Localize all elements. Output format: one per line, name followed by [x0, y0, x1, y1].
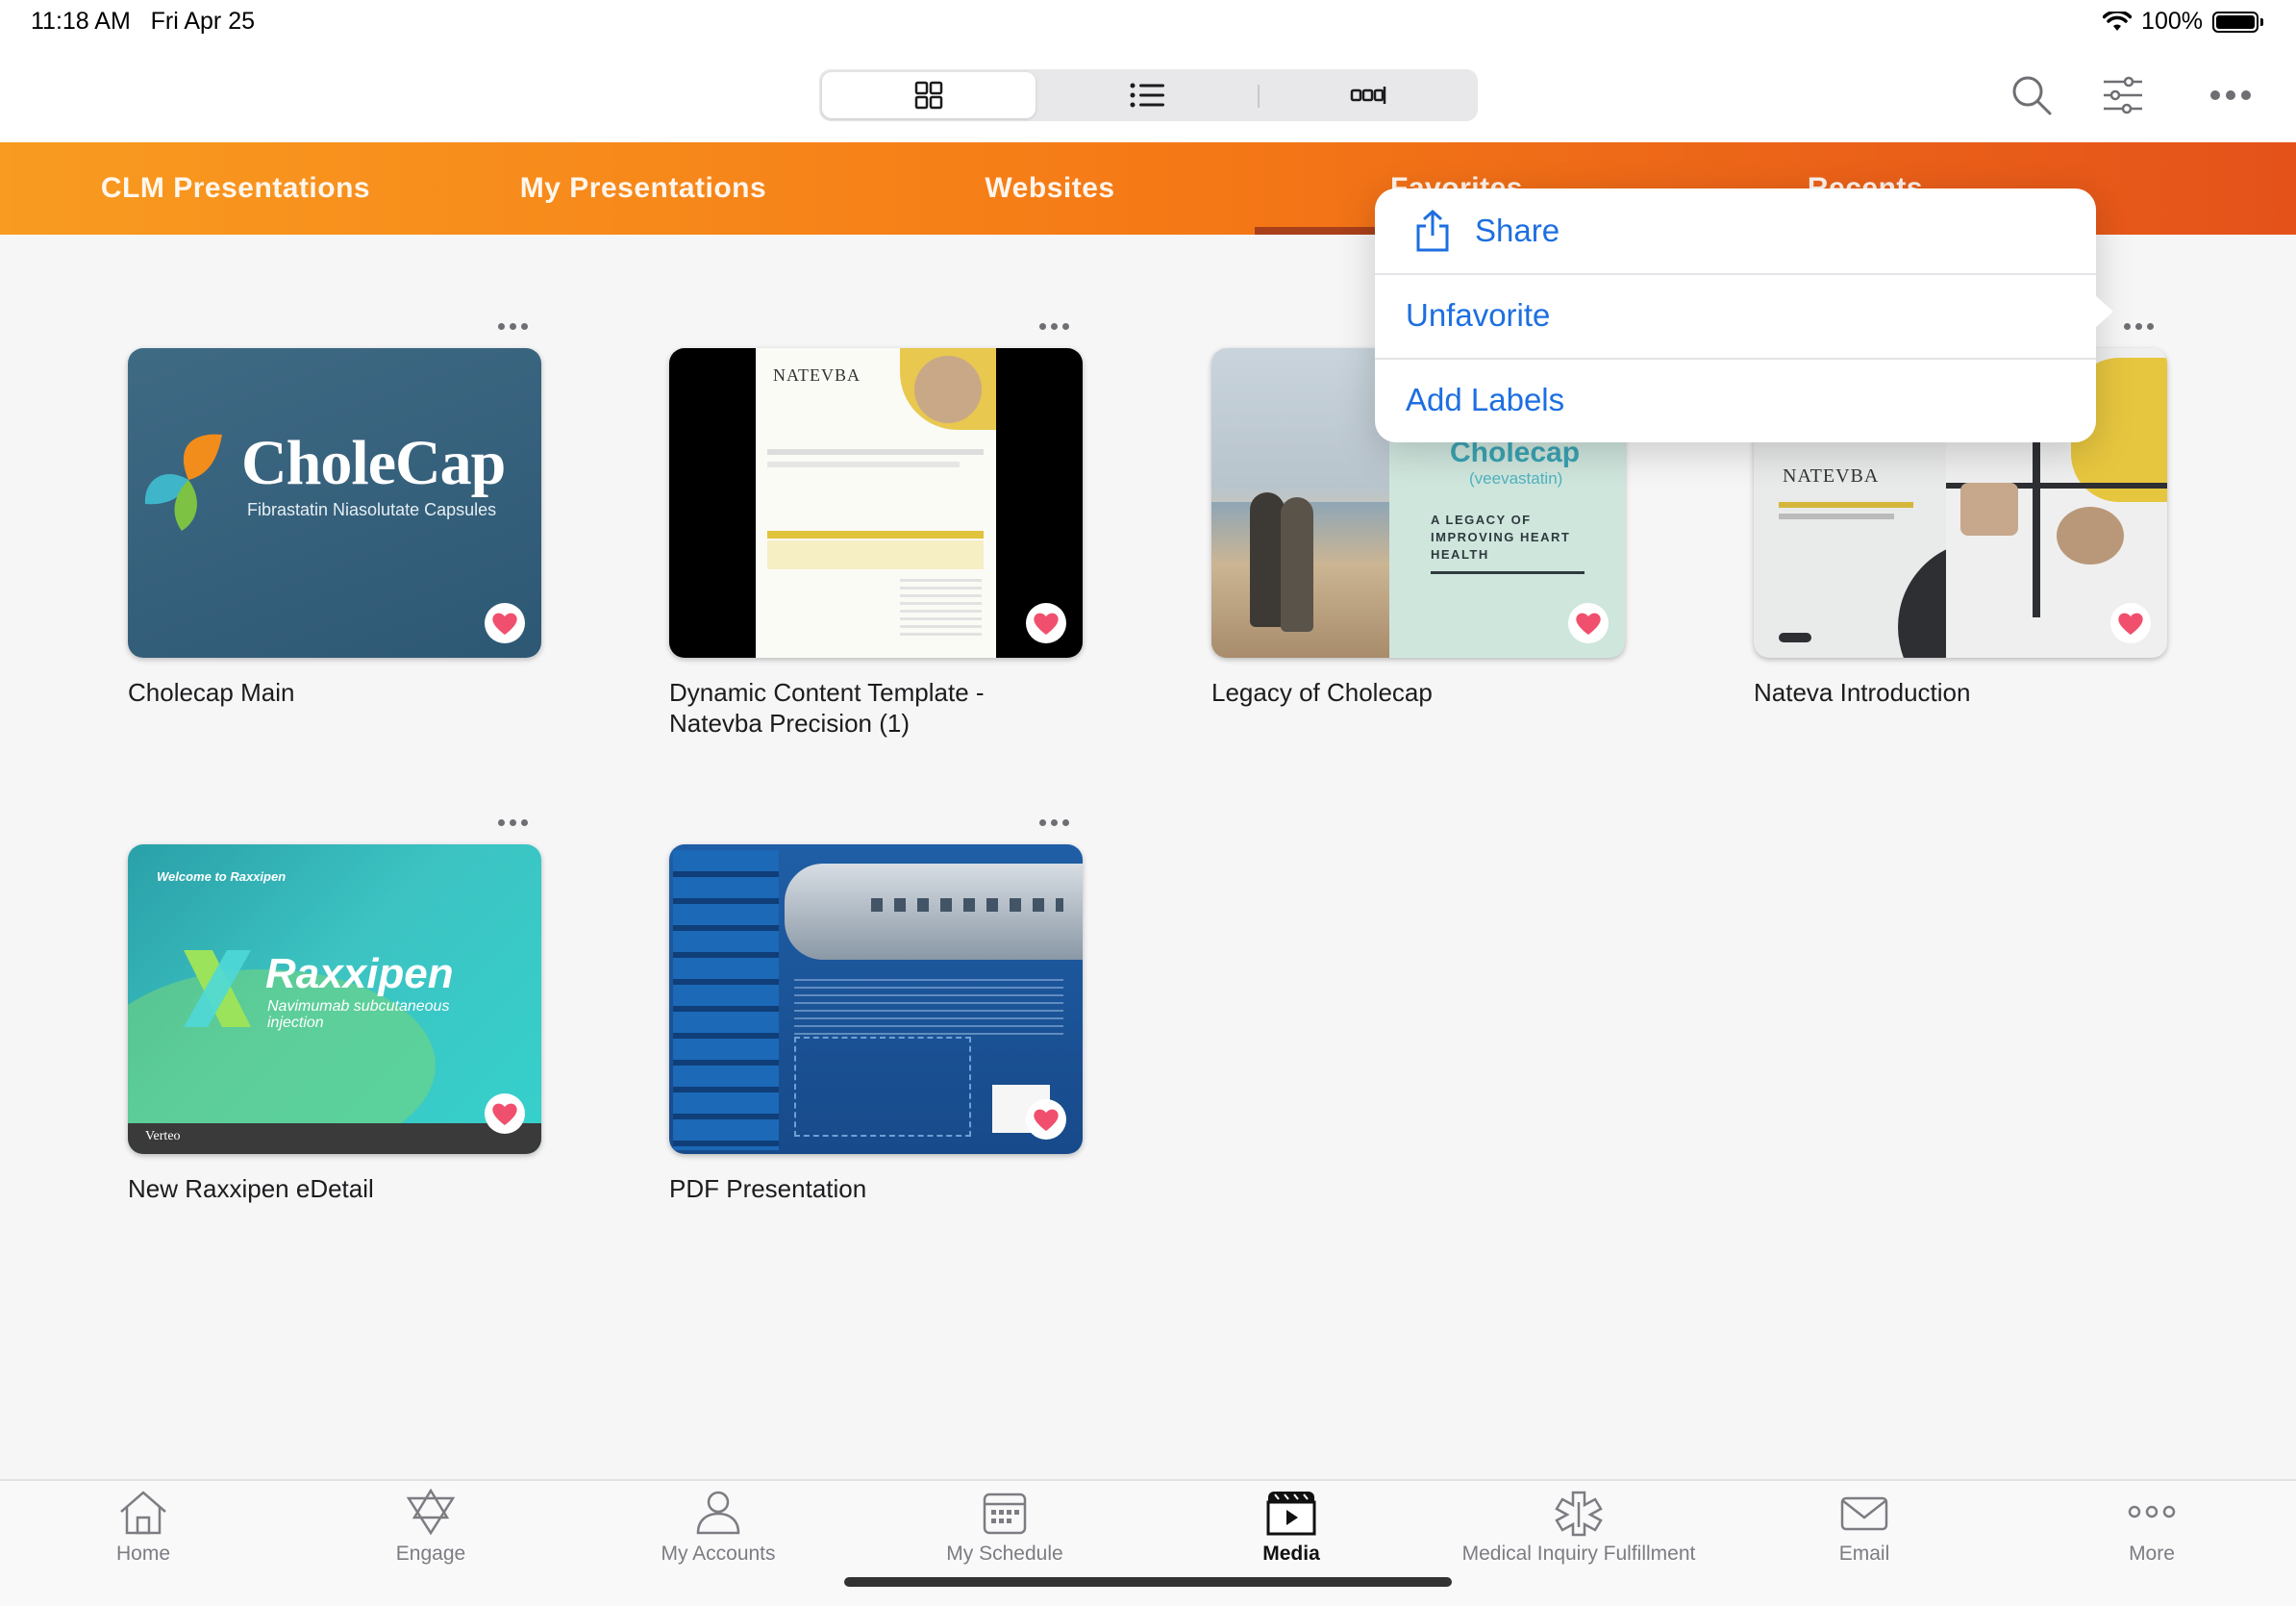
tab-my-presentations[interactable]: My Presentations [442, 142, 844, 235]
tab-clm-presentations[interactable]: CLM Presentations [38, 142, 433, 235]
share-icon [1416, 209, 1449, 252]
nav-my-accounts[interactable]: My Accounts [598, 1489, 838, 1585]
sliders-icon [2104, 76, 2142, 114]
carousel-icon [1350, 87, 1386, 104]
media-icon [1266, 1492, 1316, 1536]
card-title: Dynamic Content Template - Natevba Preci… [669, 678, 985, 738]
medical-icon [1555, 1491, 1603, 1537]
card-title: New Raxxipen eDetail [128, 1174, 374, 1203]
raxxipen-logo-icon [184, 950, 251, 1027]
nav-medical-inquiry-fulfillment[interactable]: Medical Inquiry Fulfillment [1459, 1489, 1699, 1585]
media-card[interactable]: NATEVBA Dynamic Content Template - Natev… [669, 312, 1083, 738]
grid-icon [914, 81, 943, 110]
thumb-tagline: A LEGACY OF IMPROVING HEART HEALTH [1431, 513, 1571, 562]
thumbnail[interactable]: NATEVBA [669, 348, 1083, 658]
home-icon [120, 1491, 166, 1535]
engage-icon [406, 1489, 456, 1536]
thumbnail[interactable] [669, 844, 1083, 1154]
nav-my-schedule[interactable]: My Schedule [885, 1489, 1125, 1585]
more-icon [2128, 1505, 2176, 1518]
bottom-navigation: Home Engage My Accounts My Schedule Medi… [0, 1479, 2296, 1606]
media-card[interactable]: PDF Presentation [669, 808, 1083, 1212]
thumb-brand: NATEVBA [1783, 465, 1880, 487]
nav-home[interactable]: Home [23, 1489, 263, 1585]
search-icon [2012, 76, 2052, 115]
favorite-heart-icon[interactable] [1025, 602, 1067, 644]
carousel-view-button[interactable] [1261, 72, 1475, 118]
card-title: PDF Presentation [669, 1174, 867, 1203]
accounts-icon [696, 1491, 740, 1535]
view-mode-switch [819, 69, 1478, 121]
unfavorite-menu-item[interactable]: Unfavorite [1375, 273, 2096, 358]
list-icon [1130, 83, 1164, 108]
status-date: Fri Apr 25 [150, 8, 255, 35]
nav-media[interactable]: Media [1171, 1489, 1411, 1585]
card-more-button[interactable] [484, 808, 541, 837]
thumb-brand: NATEVBA [773, 365, 861, 385]
thumb-welcome: Welcome to Raxxipen [157, 869, 287, 884]
favorite-heart-icon[interactable] [2109, 602, 2152, 644]
tab-websites[interactable]: Websites [848, 142, 1252, 235]
battery-percent: 100% [2141, 8, 2203, 35]
card-more-button[interactable] [1025, 312, 1083, 340]
cholecap-logo-icon [144, 434, 222, 531]
top-toolbar: 11:18 AM Fri Apr 25 100% [0, 0, 2296, 142]
nav-email[interactable]: Email [1744, 1489, 1984, 1585]
thumb-brand: Raxxipen [265, 950, 454, 997]
favorite-heart-icon[interactable] [1567, 602, 1610, 644]
filter-button[interactable] [2099, 69, 2147, 121]
card-more-button[interactable] [2109, 312, 2167, 340]
favorite-heart-icon[interactable] [484, 1092, 526, 1135]
thumb-subtitle: Navimumab subcutaneous injection [267, 998, 450, 1031]
wifi-icon [2103, 11, 2133, 31]
email-icon [1840, 1496, 1888, 1531]
media-card[interactable]: CholeCap Fibrastatin Niasolutate Capsule… [128, 312, 541, 715]
card-title: Cholecap Main [128, 678, 295, 707]
search-button[interactable] [2008, 69, 2056, 121]
list-view-button[interactable] [1040, 72, 1254, 118]
thumb-subtitle: Fibrastatin Niasolutate Capsules [247, 500, 497, 519]
card-more-button[interactable] [1025, 808, 1083, 837]
calendar-icon [983, 1493, 1027, 1535]
thumbnail[interactable]: Welcome to Raxxipen Raxxipen Navimumab s… [128, 844, 541, 1154]
thumb-subtitle: (veevastatin) [1469, 469, 1563, 488]
ellipsis-icon [2210, 90, 2251, 100]
home-indicator[interactable] [844, 1577, 1452, 1587]
card-more-button[interactable] [484, 312, 541, 340]
favorite-heart-icon[interactable] [1025, 1098, 1067, 1141]
nav-more[interactable]: More [2032, 1489, 2272, 1585]
status-indicators: 100% [2103, 8, 2263, 36]
card-actions-menu: Share Unfavorite Add Labels [1375, 188, 2113, 442]
thumbnail[interactable]: CholeCap Fibrastatin Niasolutate Capsule… [128, 348, 541, 658]
nav-engage[interactable]: Engage [311, 1489, 551, 1585]
share-menu-item[interactable]: Share [1375, 188, 2096, 273]
favorite-heart-icon[interactable] [484, 602, 526, 644]
card-title: Nateva Introduction [1754, 678, 1971, 707]
media-card[interactable]: Welcome to Raxxipen Raxxipen Navimumab s… [128, 808, 541, 1212]
add-labels-menu-item[interactable]: Add Labels [1375, 358, 2096, 442]
battery-icon [2212, 11, 2259, 33]
thumb-footer: Verteo [145, 1129, 181, 1143]
more-options-button[interactable] [2207, 69, 2255, 121]
thumb-brand: CholeCap [241, 428, 506, 498]
grid-view-button[interactable] [822, 72, 1036, 118]
card-title: Legacy of Cholecap [1211, 678, 1433, 707]
status-time: 11:18 AM Fri Apr 25 [31, 8, 255, 35]
